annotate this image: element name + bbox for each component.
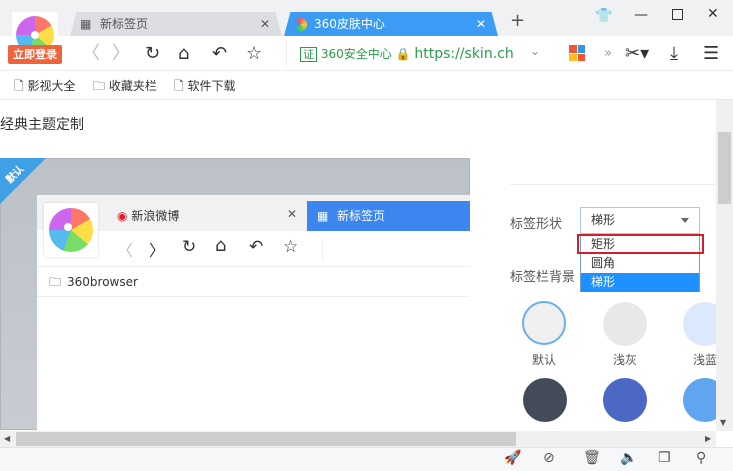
swatch-light-gray[interactable] (603, 302, 647, 346)
swatch-dark[interactable] (523, 378, 567, 422)
weibo-icon: ◉ (117, 209, 128, 223)
tab-label: 360皮肤中心 (314, 17, 385, 31)
preview-tab-new: ▦ 新标签页 (307, 201, 470, 231)
swatch-default[interactable] (522, 301, 566, 345)
maximize-icon[interactable] (672, 9, 683, 20)
back-icon[interactable]: 〈 (82, 36, 100, 71)
preview-toolbar: 〈 〉 ↻ ⌂ ↶ ☆ (37, 231, 470, 267)
swatch-label: 默认 (531, 353, 556, 367)
undo-icon[interactable]: ↶ (212, 36, 227, 71)
vertical-scroll-thumb[interactable] (718, 132, 731, 204)
page-icon: 🗋 (14, 79, 24, 93)
search-icon[interactable]: ⚲ (696, 450, 706, 466)
folder-icon: 🗀 (93, 79, 106, 93)
home-icon: ⌂ (215, 235, 227, 256)
chevron-down-icon (681, 218, 689, 223)
scroll-right-arrow-icon[interactable]: ▶ (705, 434, 711, 443)
star-icon[interactable]: ☆ (246, 36, 262, 71)
window-icon[interactable]: ❐ (658, 450, 671, 466)
more-chevron-icon[interactable]: » (604, 36, 612, 71)
login-button[interactable]: 立即登录 (8, 45, 62, 64)
back-icon: 〈 (117, 241, 134, 260)
page-title: 经典主题定制 (0, 117, 84, 133)
download-icon[interactable]: ⤓ (670, 36, 678, 71)
speed-icon[interactable]: ⊘ (543, 450, 555, 466)
address-dropdown-icon[interactable]: ⌄ (530, 44, 540, 58)
bookmark-label: 360browser (67, 275, 138, 289)
settings-divider (510, 184, 716, 185)
divider (286, 40, 287, 66)
address-bar[interactable]: 证 360安全中心 🔒 https://skin.ch (300, 44, 514, 64)
swatch-label: 浅灰 (612, 353, 637, 367)
forward-icon[interactable]: 〉 (112, 36, 130, 71)
reload-icon: ↻ (182, 237, 197, 257)
rocket-icon[interactable]: 🚀 (504, 450, 521, 466)
apps-icon[interactable] (569, 45, 585, 61)
screenshot-scissors-icon[interactable]: ✂▾ (625, 36, 649, 71)
folder-icon: 🗀 (49, 275, 62, 289)
cert-icon: 证 (300, 47, 317, 62)
bookmark-label: 收藏夹栏 (108, 79, 157, 93)
horizontal-scroll-thumb[interactable] (16, 432, 516, 446)
minimize-icon[interactable]: — (634, 7, 648, 23)
menu-icon[interactable]: ☰ (703, 36, 719, 71)
site-security-label: 360安全中心 (320, 47, 392, 61)
tab-shape-label: 标签形状 (510, 217, 563, 232)
swatch-blue[interactable] (603, 378, 647, 422)
tab-label: 新标签页 (100, 17, 149, 31)
bookmark-label: 软件下载 (187, 79, 236, 93)
tab-skin-center[interactable]: 360皮肤中心 ✕ (284, 12, 498, 36)
grid-icon: ▦ (80, 17, 92, 31)
bookmark-label: 影视大全 (27, 79, 76, 93)
preview-browser: ◉ 新浪微博 ✕ ▦ 新标签页 〈 〉 ↻ ⌂ ↶ ☆ 🗀 360browser (37, 195, 470, 430)
grid-icon: ▦ (317, 209, 329, 223)
bookmarks-bar: 🗋 影视大全 🗀 收藏夹栏 🗋 软件下载 (0, 72, 733, 100)
360-logo-icon (49, 208, 93, 252)
url-text: https://skin.ch (414, 46, 514, 62)
scroll-down-arrow-icon[interactable]: ▼ (720, 418, 726, 427)
bookmark-item[interactable]: 🗀 收藏夹栏 (93, 72, 157, 100)
page-icon: 🗋 (174, 79, 184, 93)
tab-label: 新标签页 (337, 209, 386, 223)
scroll-left-arrow-icon[interactable]: ◀ (4, 434, 10, 443)
star-icon: ☆ (283, 237, 299, 257)
tab-label: 新浪微博 (131, 209, 180, 223)
preview-logo (44, 203, 98, 257)
preview-bookmarks: 🗀 360browser (37, 267, 470, 297)
select-value: 梯形 (591, 213, 616, 227)
tab-shape-select[interactable]: 梯形 (580, 207, 700, 234)
undo-icon: ↶ (249, 237, 264, 257)
divider (322, 237, 323, 261)
preview-tab-weibo: ◉ 新浪微博 (117, 201, 179, 231)
highlight-box (577, 234, 704, 254)
new-tab-plus-icon[interactable]: + (510, 10, 525, 31)
close-tab-icon[interactable]: ✕ (476, 12, 486, 36)
360-icon (294, 18, 307, 31)
close-tab-icon[interactable]: ✕ (260, 12, 270, 36)
forward-icon: 〉 (149, 241, 166, 260)
skin-shirt-icon[interactable]: 👕 (595, 8, 612, 24)
option-trapezoid[interactable]: 梯形 (581, 273, 699, 292)
tab-new-tab[interactable]: ▦ 新标签页 ✕ (70, 12, 282, 36)
close-window-icon[interactable]: ✕ (707, 6, 719, 22)
tabbar-bg-label: 标签栏背景 (510, 270, 576, 285)
lock-icon: 🔒 (395, 47, 411, 61)
sound-icon[interactable]: 🔈 (620, 450, 637, 466)
home-icon[interactable]: ⌂ (178, 36, 189, 71)
option-rounded[interactable]: 圆角 (581, 254, 699, 273)
trash-icon[interactable]: 🗑 (583, 450, 601, 466)
bookmark-item[interactable]: 🗋 影视大全 (14, 72, 76, 100)
bookmark-item[interactable]: 🗋 软件下载 (174, 72, 236, 100)
reload-icon[interactable]: ↻ (145, 36, 160, 71)
close-tab-icon: ✕ (287, 207, 298, 221)
